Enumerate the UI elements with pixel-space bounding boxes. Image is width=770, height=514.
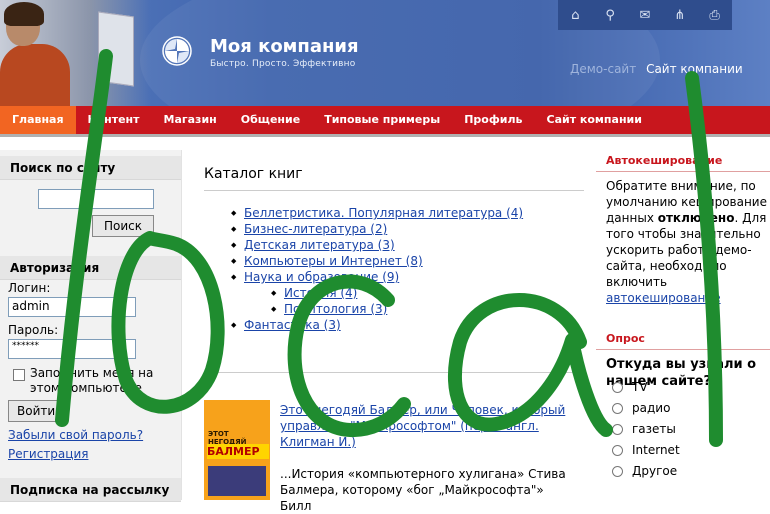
nav-item-community[interactable]: Общение (229, 106, 312, 134)
password-input[interactable]: ****** (8, 339, 136, 359)
password-label: Пароль: (8, 323, 59, 337)
photo-monitor (98, 11, 134, 87)
poll-option-label: газеты (632, 422, 676, 436)
photo-person-hair (4, 2, 44, 26)
book-cover-name: БАЛМЕР (207, 444, 269, 459)
autocache-link[interactable]: автокеширование (606, 291, 721, 305)
catalog-subitem[interactable]: Политология (3) (204, 301, 584, 317)
nav-item-content[interactable]: Контент (76, 106, 152, 134)
poll-title: Опрос (596, 328, 770, 350)
autocache-title: Автокеширование (596, 150, 770, 172)
top-icon-bar: ⌂ ⚲ ✉ ⋔ ⎙ (558, 0, 732, 30)
catalog-item[interactable]: Фантастика (3) (204, 317, 584, 333)
nav-divider (0, 134, 770, 137)
left-sidebar: Поиск по сайту Поиск Авторизация Логин: … (0, 150, 182, 502)
catalog-item[interactable]: Беллетристика. Популярная литература (4) (204, 205, 584, 221)
catalog-item-link[interactable]: Бизнес-литература (2) (244, 222, 387, 236)
radio-icon[interactable] (612, 403, 623, 414)
catalog-item-link[interactable]: Компьютеры и Интернет (8) (244, 254, 423, 268)
poll-option-label: Internet (632, 443, 680, 457)
mail-icon[interactable]: ✉ (635, 8, 655, 23)
radio-icon[interactable] (612, 445, 623, 456)
nav-item-examples[interactable]: Типовые примеры (312, 106, 452, 134)
site-slogan: Быстро. Просто. Эффективно (210, 59, 356, 69)
auth-box-title: Авторизация (0, 256, 181, 280)
catalog-item[interactable]: Наука и образование (9) (204, 269, 584, 285)
catalog-item[interactable]: Детская литература (3) (204, 237, 584, 253)
radio-icon[interactable] (612, 466, 623, 477)
catalog-subitem[interactable]: История (4) (204, 285, 584, 301)
poll-option-label: радио (632, 401, 671, 415)
remember-label: Запомнить меня на этом компьютере (30, 366, 170, 396)
remember-checkbox[interactable] (13, 369, 25, 381)
catalog-item-link[interactable]: История (4) (284, 286, 357, 300)
catalog-item-link[interactable]: Политология (3) (284, 302, 387, 316)
company-site-link[interactable]: Сайт компании (646, 62, 743, 76)
main-nav: Главная Контент Магазин Общение Типовые … (0, 106, 770, 134)
search-box-title: Поиск по сайту (0, 156, 181, 180)
remember-label-line-2: этом компьютере (30, 381, 142, 395)
photo-person-body (0, 44, 70, 106)
login-button[interactable]: Войти (8, 400, 64, 422)
subscribe-box-title: Подписка на рассылку (0, 478, 181, 502)
login-input[interactable]: admin (8, 297, 136, 317)
autocache-text-bold: отключено (657, 211, 735, 225)
header-photo (0, 0, 150, 106)
book-cover-art (208, 466, 266, 496)
search-icon[interactable]: ⚲ (600, 8, 620, 23)
demo-links: Демо-сайт Сайт компании (570, 62, 743, 76)
forgot-password-link[interactable]: Забыли свой пароль? (8, 428, 143, 442)
catalog-item-link[interactable]: Детская литература (3) (244, 238, 395, 252)
radio-icon[interactable] (612, 424, 623, 435)
book-description: ...История «компьютерного хулигана» Стив… (280, 467, 566, 513)
nav-item-profile[interactable]: Профиль (452, 106, 534, 134)
login-label: Логин: (8, 281, 51, 295)
book-cover-image[interactable]: ЭТОТ НЕГОДЯЙ БАЛМЕР (204, 400, 270, 500)
main-content: Каталог книг Беллетристика. Популярная л… (204, 166, 584, 333)
nav-item-company-site[interactable]: Сайт компании (535, 106, 654, 134)
remember-label-line-1: Запомнить меня на (30, 366, 154, 380)
home-icon[interactable]: ⌂ (565, 8, 585, 23)
catalog-item[interactable]: Бизнес-литература (2) (204, 221, 584, 237)
radio-icon[interactable] (612, 382, 623, 393)
book-title-link[interactable]: Этот негодяй Балмер, или Человек, которы… (280, 402, 570, 450)
poll-option-label: Другое (632, 464, 678, 478)
catalog-item-link[interactable]: Фантастика (3) (244, 318, 341, 332)
logo-icon[interactable] (162, 36, 192, 66)
catalog-item-link[interactable]: Беллетристика. Популярная литература (4) (244, 206, 523, 220)
nav-item-home[interactable]: Главная (0, 106, 76, 134)
site-title[interactable]: Моя компания (210, 36, 359, 57)
nav-item-shop[interactable]: Магазин (152, 106, 229, 134)
autocache-text: Обратите внимание, по умолчанию кеширова… (596, 172, 770, 306)
search-button[interactable]: Поиск (92, 215, 154, 237)
register-link[interactable]: Регистрация (8, 447, 88, 461)
poll-option-label: TV (632, 380, 648, 394)
right-sidebar: Автокеширование Обратите внимание, по ум… (596, 150, 770, 390)
catalog-title: Каталог книг (204, 166, 584, 191)
search-input[interactable] (38, 189, 154, 209)
catalog-list: Беллетристика. Популярная литература (4)… (204, 205, 584, 333)
site-header: Моя компания Быстро. Просто. Эффективно … (0, 0, 770, 106)
catalog-item-link[interactable]: Наука и образование (9) (244, 270, 399, 284)
print-icon[interactable]: ⎙ (705, 8, 725, 23)
demo-site-label[interactable]: Демо-сайт (570, 62, 636, 76)
catalog-item[interactable]: Компьютеры и Интернет (8) (204, 253, 584, 269)
content-divider (204, 372, 580, 373)
sitemap-icon[interactable]: ⋔ (670, 8, 690, 23)
